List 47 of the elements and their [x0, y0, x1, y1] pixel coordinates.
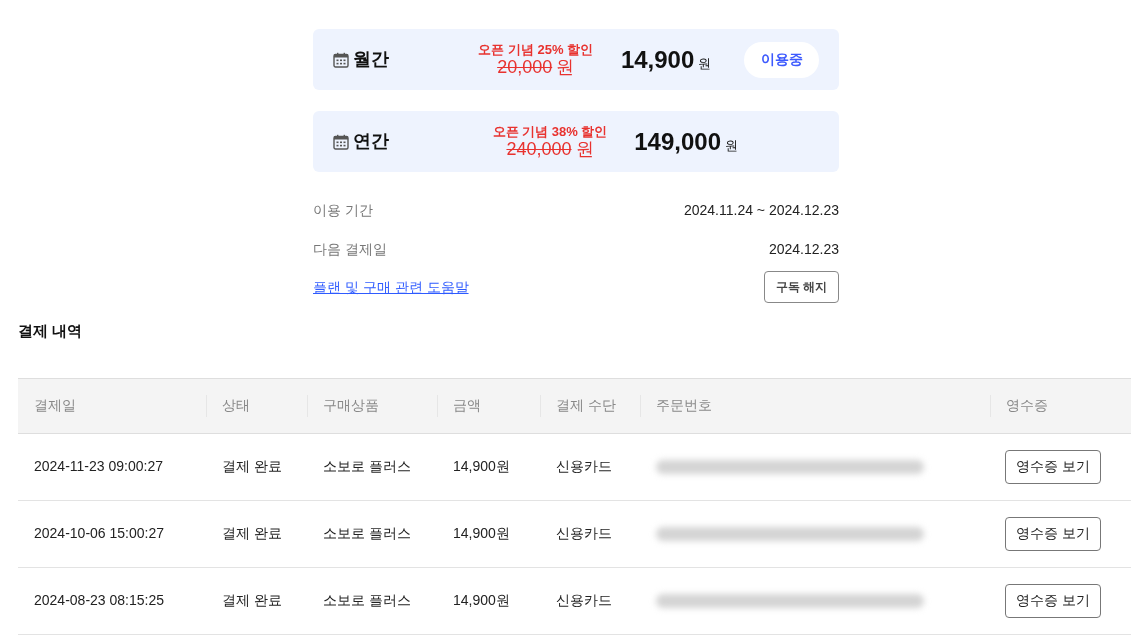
info-label: 이용 기간: [313, 201, 373, 220]
table-cell-text: 결제 완료: [221, 524, 283, 543]
original-price-unit: 원: [556, 58, 575, 76]
view-receipt-button[interactable]: 영수증 보기: [1005, 583, 1101, 618]
promo-text: 오픈 기념 25% 할인: [478, 43, 594, 56]
table-cell-text: 결제 완료: [221, 591, 283, 610]
table-cell-text: 결제 완료: [221, 457, 283, 476]
column-header: 금액: [453, 396, 481, 415]
plan-name: 월간: [353, 48, 389, 71]
price-unit: 원: [725, 136, 738, 155]
original-price-unit: 원: [575, 140, 594, 158]
original-price: 240,000: [506, 140, 572, 158]
column-header: 결제 수단: [556, 396, 616, 415]
plan-price: 149,000: [634, 126, 721, 157]
plan-name: 연간: [353, 130, 389, 153]
table-cell-text: 2024-11-23 09:00:27: [33, 457, 164, 476]
price-unit: 원: [698, 54, 712, 73]
info-label: 다음 결제일: [313, 240, 387, 259]
column-header: 결제일: [34, 396, 76, 415]
table-cell-text: 14,900원: [452, 457, 511, 476]
original-price: 20,000: [497, 58, 553, 76]
table-cell-text: 소보로 플러스: [322, 591, 412, 610]
calendar-icon: [333, 51, 349, 68]
promo-text: 오픈 기념 38% 할인: [492, 125, 608, 138]
plan-price: 14,900: [620, 44, 695, 75]
table-cell-text: 소보로 플러스: [322, 524, 412, 543]
table-cell-text: 2024-10-06 15:00:27: [33, 524, 165, 543]
column-header: 구매상품: [323, 396, 379, 415]
column-header: 영수증: [1006, 396, 1048, 415]
info-value: 2024.11.24 ~ 2024.12.23: [683, 201, 839, 220]
table-cell-text: 신용카드: [555, 591, 613, 610]
info-value: 2024.12.23: [768, 240, 839, 259]
table-cell-text: 14,900원: [452, 524, 511, 543]
view-receipt-button[interactable]: 영수증 보기: [1005, 449, 1101, 484]
table-cell-text: 소보로 플러스: [322, 457, 412, 476]
table-cell-text: 신용카드: [555, 524, 613, 543]
table-cell-text: 신용카드: [555, 457, 613, 476]
calendar-icon: [333, 133, 349, 150]
column-header: 상태: [222, 396, 250, 415]
table-cell-text: 14,900원: [452, 591, 511, 610]
section-title: 결제 내역: [18, 321, 84, 341]
cancel-subscription-button[interactable]: 구독 해지: [763, 271, 839, 303]
help-link[interactable]: 플랜 및 구매 관련 도움말: [313, 276, 469, 298]
column-header: 주문번호: [656, 396, 712, 415]
current-plan-badge: 이용중: [744, 41, 819, 78]
table-cell-text: 2024-08-23 08:15:25: [33, 591, 165, 610]
view-receipt-button[interactable]: 영수증 보기: [1005, 516, 1101, 551]
